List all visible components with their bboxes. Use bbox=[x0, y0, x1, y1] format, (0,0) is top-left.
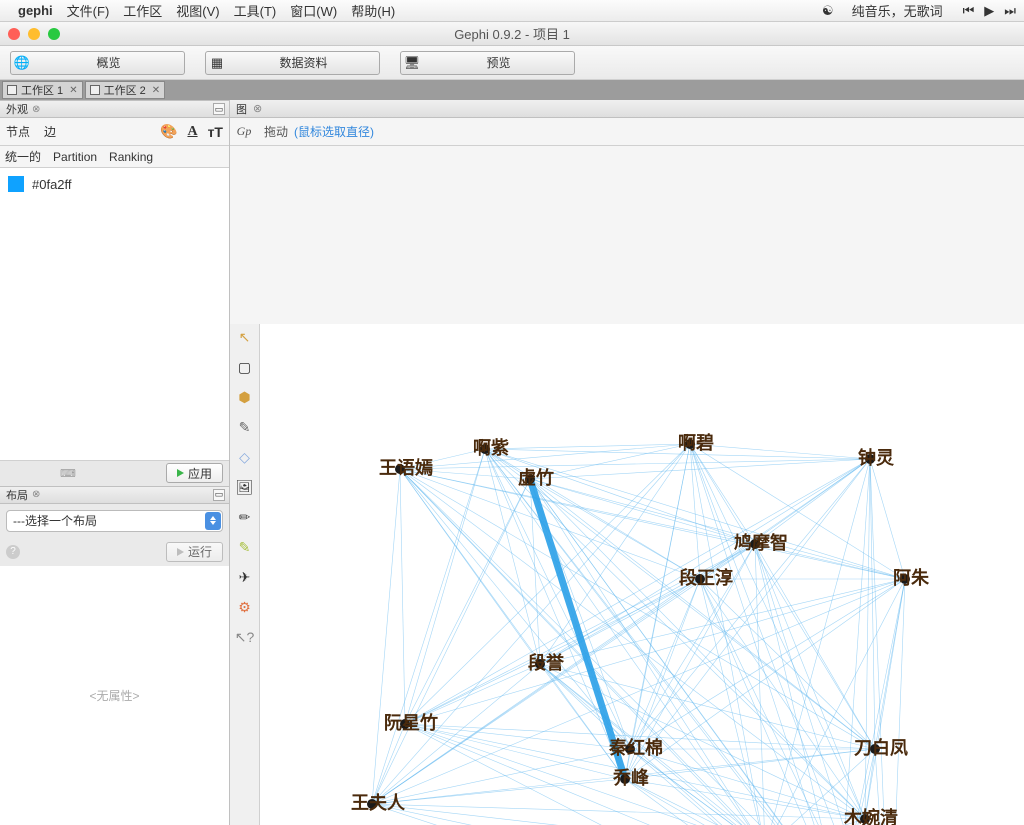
main-toolbar: 🌐 概览 ▦ 数据资料 🖥 预览 bbox=[0, 46, 1024, 80]
preview-button[interactable]: 🖥 预览 bbox=[400, 51, 575, 75]
graph-node[interactable] bbox=[870, 744, 880, 754]
workspace-icon bbox=[7, 85, 17, 95]
graph-node[interactable] bbox=[695, 574, 705, 584]
menu-help[interactable]: 帮助(H) bbox=[351, 1, 395, 20]
window-titlebar: Gephi 0.9.2 - 项目 1 bbox=[0, 22, 1024, 46]
close-icon[interactable]: ✕ bbox=[69, 85, 77, 96]
close-icon[interactable]: ⊗ bbox=[253, 102, 262, 115]
keyboard-icon: ⌨ bbox=[0, 467, 166, 480]
drag-hint-label[interactable]: (鼠标选取直径) bbox=[294, 123, 374, 140]
datalab-button[interactable]: ▦ 数据资料 bbox=[205, 51, 380, 75]
run-layout-button[interactable]: 运行 bbox=[166, 542, 223, 562]
tab-nodes[interactable]: 节点 bbox=[6, 123, 30, 140]
graph-node[interactable] bbox=[685, 439, 695, 449]
wechat-icon[interactable]: ☯ bbox=[822, 3, 834, 19]
workspace-tab-2[interactable]: 工作区 2 ✕ bbox=[85, 81, 166, 99]
color-picker-row[interactable]: #0fa2ff bbox=[0, 168, 229, 200]
graph-node[interactable] bbox=[525, 474, 535, 484]
mode-partition[interactable]: Partition bbox=[53, 150, 97, 164]
graph-tool-column: ↖ ▢ ⬢ ✎ ◇ 🖼 ✏ ✎ ✈ ⚙ ↖? bbox=[230, 324, 260, 825]
graph-panel-title: 图 ⊗ bbox=[230, 100, 1024, 118]
mode-ranking[interactable]: Ranking bbox=[109, 150, 153, 164]
window-minimize-icon[interactable] bbox=[28, 28, 40, 40]
menu-file[interactable]: 文件(F) bbox=[67, 1, 110, 20]
marquee-tool-icon[interactable]: ▢ bbox=[235, 358, 255, 378]
play-icon bbox=[177, 548, 184, 556]
graph-node[interactable] bbox=[750, 539, 760, 549]
mac-menubar: gephi 文件(F) 工作区 视图(V) 工具(T) 窗口(W) 帮助(H) … bbox=[0, 0, 1024, 22]
graph-node[interactable] bbox=[535, 659, 545, 669]
color-swatch[interactable] bbox=[8, 176, 24, 192]
graph-node[interactable] bbox=[400, 719, 410, 729]
graph-node[interactable] bbox=[620, 774, 630, 784]
close-icon[interactable]: ⊗ bbox=[32, 489, 40, 500]
diamond-tool-icon[interactable]: ◇ bbox=[235, 448, 255, 468]
now-playing: 纯音乐，无歌词 bbox=[852, 1, 943, 20]
size-icon[interactable]: тT bbox=[208, 124, 223, 140]
table-icon: ▦ bbox=[206, 55, 228, 71]
appearance-panel-title: 外观 ⊗ ▭ bbox=[0, 100, 229, 118]
close-icon[interactable]: ✕ bbox=[152, 85, 160, 96]
mode-unique[interactable]: 统一的 bbox=[5, 148, 41, 165]
layout-select[interactable]: ---选择一个布局 bbox=[6, 510, 223, 532]
drag-mode-label: 拖动 bbox=[264, 123, 288, 140]
graph-node[interactable] bbox=[395, 464, 405, 474]
close-icon[interactable]: ⊗ bbox=[32, 104, 40, 115]
minimize-icon[interactable]: ▭ bbox=[213, 489, 225, 501]
palette-icon[interactable]: 🎨 bbox=[160, 123, 177, 140]
graph-toolbar: Gp 拖动 (鼠标选取直径) bbox=[230, 118, 1024, 146]
graph-node[interactable] bbox=[860, 814, 870, 824]
help-pointer-icon[interactable]: ↖? bbox=[235, 628, 255, 648]
font-icon[interactable]: A bbox=[187, 124, 197, 140]
picture-tool-icon[interactable]: 🖼 bbox=[235, 478, 255, 498]
menu-window[interactable]: 窗口(W) bbox=[290, 1, 337, 20]
menu-tools[interactable]: 工具(T) bbox=[234, 1, 277, 20]
graph-node[interactable] bbox=[900, 574, 910, 584]
graph-node[interactable] bbox=[367, 799, 377, 809]
info-icon[interactable]: ? bbox=[6, 545, 20, 559]
highlighter-tool-icon[interactable]: ✎ bbox=[235, 538, 255, 558]
workspace-icon bbox=[90, 85, 100, 95]
pencil-tool-icon[interactable]: ✎ bbox=[235, 418, 255, 438]
overview-button[interactable]: 🌐 概览 bbox=[10, 51, 185, 75]
window-zoom-icon[interactable] bbox=[48, 28, 60, 40]
appearance-mode-tabs: 统一的 Partition Ranking bbox=[0, 146, 229, 168]
tab-edges[interactable]: 边 bbox=[44, 123, 56, 140]
graph-node[interactable] bbox=[625, 744, 635, 754]
brush-tool-icon[interactable]: ✏ bbox=[235, 508, 255, 528]
chevron-updown-icon bbox=[205, 512, 221, 530]
globe-icon: 🌐 bbox=[11, 55, 33, 71]
minimize-icon[interactable]: ▭ bbox=[213, 103, 225, 115]
media-next-icon[interactable]: ⏭ bbox=[1004, 3, 1016, 19]
color-value: #0fa2ff bbox=[32, 177, 72, 192]
graph-node[interactable] bbox=[480, 444, 490, 454]
window-close-icon[interactable] bbox=[8, 28, 20, 40]
layout-panel-title: 布局 ⊗ ▭ bbox=[0, 486, 229, 504]
window-title: Gephi 0.9.2 - 项目 1 bbox=[0, 24, 1024, 43]
pointer-tool-icon[interactable]: ↖ bbox=[235, 328, 255, 348]
apply-button[interactable]: 应用 bbox=[166, 463, 223, 483]
workspace-tab-1[interactable]: 工作区 1 ✕ bbox=[2, 81, 83, 99]
appearance-element-tabs: 节点 边 🎨 A тT bbox=[0, 118, 229, 146]
play-icon bbox=[177, 469, 184, 477]
gephi-logo-icon: Gp bbox=[230, 124, 258, 139]
tag-tool-icon[interactable]: ⬢ bbox=[235, 388, 255, 408]
menu-view[interactable]: 视图(V) bbox=[176, 1, 219, 20]
media-prev-icon[interactable]: ⏮ bbox=[963, 3, 975, 19]
menu-workspace[interactable]: 工作区 bbox=[123, 1, 162, 20]
media-play-icon[interactable]: ▶ bbox=[984, 3, 994, 19]
gear-tool-icon[interactable]: ⚙ bbox=[235, 598, 255, 618]
app-name[interactable]: gephi bbox=[18, 3, 53, 18]
airplane-tool-icon[interactable]: ✈ bbox=[235, 568, 255, 588]
graph-canvas[interactable]: 王语嫣啊紫虚竹啊碧钟灵鸠摩智段正淳阿朱段誉阮星竹秦红棉刀白凤乔峰王夫人木婉清甘宝… bbox=[260, 324, 1024, 825]
monitor-icon: 🖥 bbox=[401, 55, 423, 71]
workspace-tabbar: 工作区 1 ✕ 工作区 2 ✕ bbox=[0, 80, 1024, 100]
graph-node[interactable] bbox=[865, 454, 875, 464]
no-attributes-label: <无属性> bbox=[0, 566, 229, 825]
